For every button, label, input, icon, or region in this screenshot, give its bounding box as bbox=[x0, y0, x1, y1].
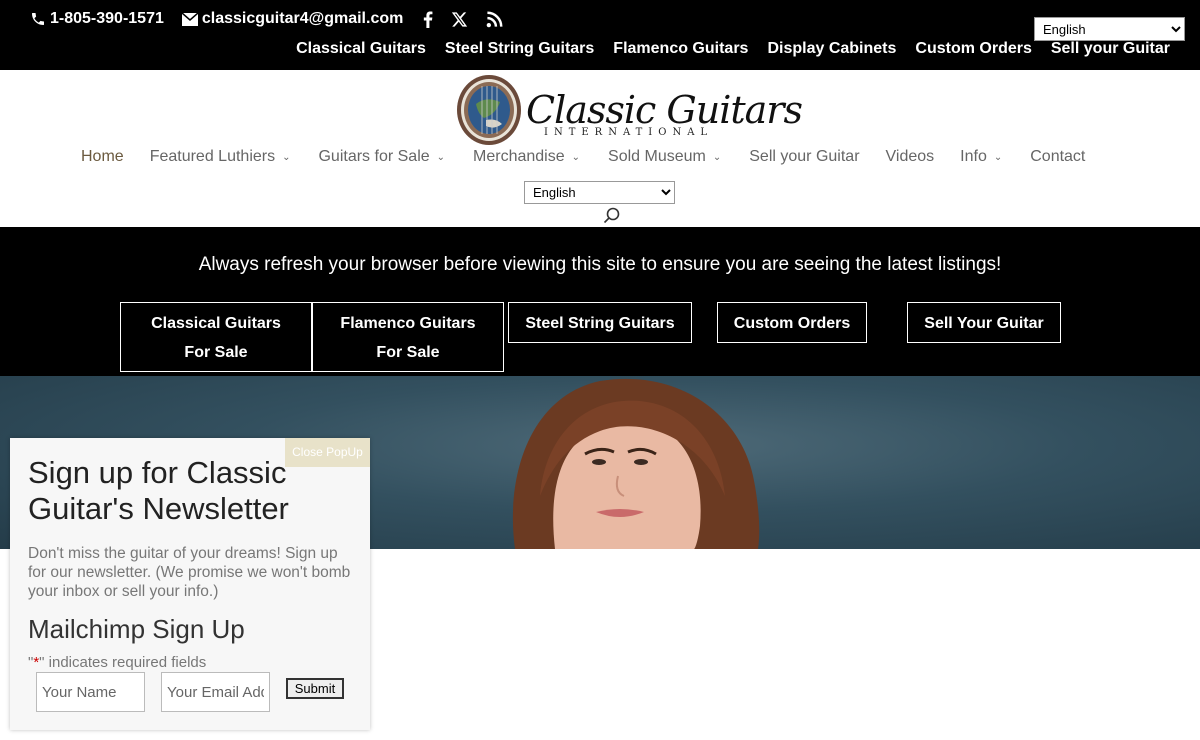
required-suffix: " indicates required fields bbox=[39, 654, 207, 671]
top-nav-custom-orders[interactable]: Custom Orders bbox=[915, 40, 1031, 58]
popup-description: Don't miss the guitar of your dreams! Si… bbox=[28, 545, 351, 600]
site-logo[interactable]: Classic Guitars INTERNATIONAL bbox=[456, 74, 803, 146]
nav-guitars-for-sale[interactable]: Guitars for Sale ⌄ bbox=[318, 148, 445, 166]
chevron-down-icon: ⌄ bbox=[712, 151, 722, 163]
email-input[interactable] bbox=[161, 672, 270, 712]
flamenco-guitars-for-sale-button[interactable]: Flamenco Guitars For Sale bbox=[312, 302, 504, 372]
newsletter-popup: Close PopUp Sign up for Classic Guitar's… bbox=[10, 438, 370, 730]
chevron-down-icon: ⌄ bbox=[436, 151, 446, 163]
contact-info: 1-805-390-1571 classicguitar4@gmail.com bbox=[30, 10, 503, 28]
top-nav-steel-string-guitars[interactable]: Steel String Guitars bbox=[445, 40, 594, 58]
top-bar: 1-805-390-1571 classicguitar4@gmail.com … bbox=[0, 0, 1200, 70]
chevron-down-icon: ⌄ bbox=[571, 151, 581, 163]
chevron-down-icon: ⌄ bbox=[282, 151, 291, 163]
classical-guitars-for-sale-button[interactable]: Classical Guitars For Sale bbox=[120, 302, 312, 372]
submit-button[interactable]: Submit bbox=[286, 678, 344, 699]
nav-label: Merchandise bbox=[473, 148, 565, 165]
mailchimp-form-title: Mailchimp Sign Up bbox=[28, 614, 245, 644]
button-label: Steel String Guitars bbox=[525, 315, 675, 332]
logo-subtitle: INTERNATIONAL bbox=[544, 127, 714, 138]
guitar-rosette-logo-icon bbox=[457, 75, 521, 145]
refresh-notice: Always refresh your browser before viewi… bbox=[198, 254, 1002, 275]
button-label-line2: For Sale bbox=[184, 344, 248, 361]
top-language-select[interactable]: English bbox=[1034, 17, 1185, 41]
custom-orders-button[interactable]: Custom Orders bbox=[717, 302, 867, 343]
facebook-icon[interactable] bbox=[423, 10, 433, 28]
nav-videos[interactable]: Videos bbox=[886, 148, 935, 166]
main-nav: Home Featured Luthiers ⌄ Guitars for Sale… bbox=[81, 148, 1085, 166]
social-links bbox=[423, 10, 503, 28]
button-label: Sell Your Guitar bbox=[924, 315, 1044, 332]
logo-title: Classic Guitars bbox=[526, 88, 803, 132]
nav-label: Info bbox=[960, 148, 987, 165]
required-fields-note: "*" indicates required fields bbox=[28, 654, 206, 671]
top-nav-sell-your-guitar[interactable]: Sell your Guitar bbox=[1051, 40, 1170, 58]
phone-link[interactable]: 1-805-390-1571 bbox=[30, 10, 164, 28]
nav-sold-museum[interactable]: Sold Museum ⌄ bbox=[608, 148, 721, 166]
email-link[interactable]: classicguitar4@gmail.com bbox=[181, 10, 404, 28]
nav-merchandise[interactable]: Merchandise ⌄ bbox=[473, 148, 580, 166]
language-select[interactable]: English bbox=[524, 181, 675, 204]
nav-sell-your-guitar[interactable]: Sell your Guitar bbox=[749, 148, 859, 166]
envelope-icon bbox=[181, 12, 198, 26]
popup-title: Sign up for Classic Guitar's Newsletter bbox=[28, 455, 289, 526]
nav-label: Home bbox=[81, 148, 124, 165]
nav-label: Guitars for Sale bbox=[318, 148, 430, 165]
top-nav-flamenco-guitars[interactable]: Flamenco Guitars bbox=[613, 40, 748, 58]
top-nav-classical-guitars[interactable]: Classical Guitars bbox=[296, 40, 426, 58]
phone-number: 1-805-390-1571 bbox=[50, 10, 164, 27]
button-label-line2: For Sale bbox=[376, 344, 440, 361]
sell-your-guitar-button[interactable]: Sell Your Guitar bbox=[907, 302, 1061, 343]
nav-label: Featured Luthiers bbox=[149, 148, 276, 165]
nav-label: Sold Museum bbox=[608, 148, 706, 165]
button-label-line1: Classical Guitars bbox=[151, 315, 281, 332]
top-nav: Classical Guitars Steel String Guitars F… bbox=[296, 40, 1170, 58]
nav-contact[interactable]: Contact bbox=[1030, 148, 1085, 166]
steel-string-guitars-button[interactable]: Steel String Guitars bbox=[508, 302, 692, 343]
email-address: classicguitar4@gmail.com bbox=[201, 10, 404, 27]
name-input[interactable] bbox=[36, 672, 145, 712]
logo-wordmark: Classic Guitars INTERNATIONAL bbox=[526, 88, 803, 138]
nav-featured-luthiers[interactable]: Featured Luthiers ⌄ bbox=[150, 148, 291, 166]
nav-label: Sell your Guitar bbox=[749, 148, 860, 165]
chevron-down-icon: ⌄ bbox=[993, 151, 1003, 163]
x-icon[interactable] bbox=[451, 11, 468, 28]
rss-icon[interactable] bbox=[486, 11, 503, 28]
nav-home[interactable]: Home bbox=[81, 148, 124, 166]
nav-info[interactable]: Info ⌄ bbox=[960, 148, 1002, 166]
nav-label: Contact bbox=[1030, 148, 1086, 165]
nav-label: Videos bbox=[885, 148, 935, 165]
button-label-line1: Flamenco Guitars bbox=[340, 315, 476, 332]
phone-icon bbox=[32, 13, 44, 25]
top-nav-display-cabinets[interactable]: Display Cabinets bbox=[767, 40, 896, 58]
announcement-band: Always refresh your browser before viewi… bbox=[0, 227, 1200, 376]
button-label: Custom Orders bbox=[733, 315, 851, 332]
